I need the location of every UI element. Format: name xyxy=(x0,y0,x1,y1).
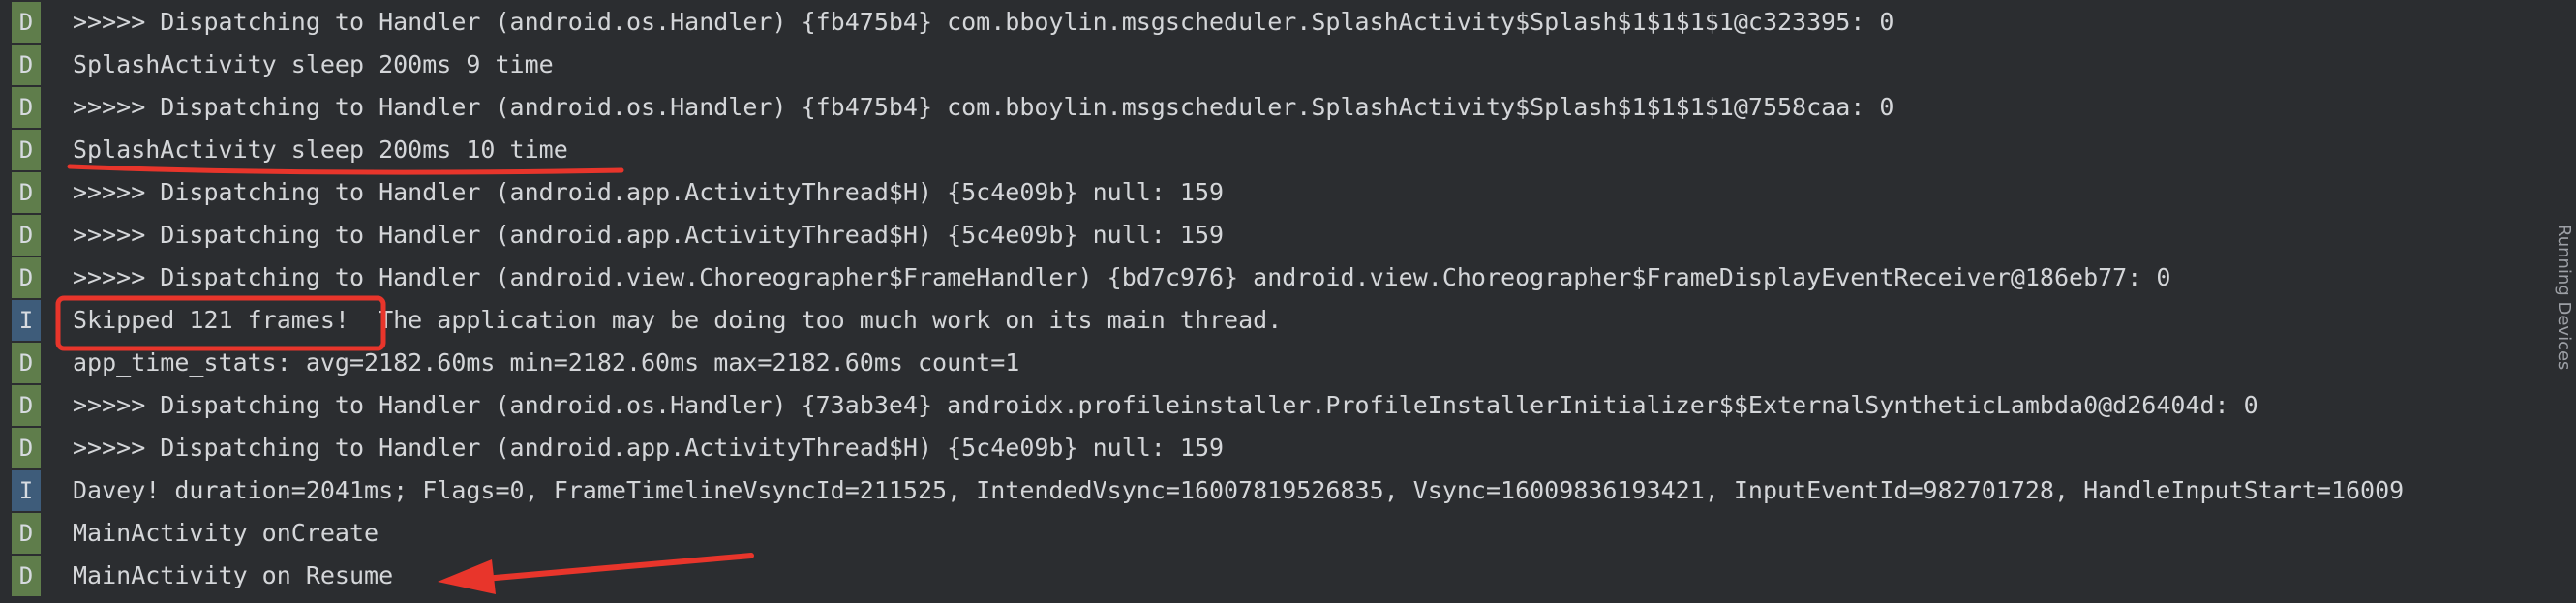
logcat-panel: D >>>>> Dispatching to Handler (android.o… xyxy=(0,0,2576,603)
log-row[interactable]: I Skipped 121 frames! The application may… xyxy=(0,298,2556,341)
level-badge: I xyxy=(12,299,41,341)
log-row[interactable]: D SplashActivity sleep 200ms 10 time xyxy=(0,128,2556,170)
log-message: SplashActivity sleep 200ms 9 time xyxy=(73,49,554,78)
log-list[interactable]: D >>>>> Dispatching to Handler (android.o… xyxy=(0,0,2556,596)
level-badge: D xyxy=(12,256,41,298)
level-badge: D xyxy=(12,129,41,170)
log-row[interactable]: D MainActivity on Resume xyxy=(0,554,2556,596)
level-badge: D xyxy=(12,384,41,426)
log-message: Davey! duration=2041ms; Flags=0, FrameTi… xyxy=(73,475,2405,504)
log-row[interactable]: Dapp_time_stats: avg=2182.60ms min=2182.… xyxy=(0,341,2556,383)
log-row[interactable]: D >>>>> Dispatching to Handler (android.a… xyxy=(0,426,2556,468)
level-badge: I xyxy=(12,469,41,511)
log-message: >>>>> Dispatching to Handler (android.os… xyxy=(73,92,1894,121)
level-badge: D xyxy=(12,171,41,213)
log-message: MainActivity onCreate xyxy=(73,518,379,547)
log-row[interactable]: D >>>>> Dispatching to Handler (android.o… xyxy=(0,383,2556,426)
log-message: >>>>> Dispatching to Handler (android.ap… xyxy=(73,433,1225,462)
level-badge: D xyxy=(12,342,41,383)
log-message: MainActivity on Resume xyxy=(73,560,394,589)
log-message: >>>>> Dispatching to Handler (android.ap… xyxy=(73,177,1225,206)
level-badge: D xyxy=(12,427,41,468)
log-row[interactable]: I Davey! duration=2041ms; Flags=0, FrameT… xyxy=(0,468,2556,511)
level-badge: D xyxy=(12,1,41,43)
log-row[interactable]: D >>>>> Dispatching to Handler (android.o… xyxy=(0,85,2556,128)
log-row[interactable]: D >>>>> Dispatching to Handler (android.v… xyxy=(0,256,2556,298)
log-row[interactable]: D SplashActivity sleep 200ms 9 time xyxy=(0,43,2556,85)
log-row[interactable]: D >>>>> Dispatching to Handler (android.a… xyxy=(0,213,2556,256)
level-badge: D xyxy=(12,512,41,554)
level-badge: D xyxy=(12,86,41,128)
log-row[interactable]: D MainActivity onCreate xyxy=(0,511,2556,554)
log-row[interactable]: D >>>>> Dispatching to Handler (android.o… xyxy=(0,0,2556,43)
log-message: >>>>> Dispatching to Handler (android.vi… xyxy=(73,262,2171,291)
log-message: Skipped 121 frames! The application may … xyxy=(73,305,1283,334)
running-devices-tab[interactable]: Running Devices xyxy=(2554,225,2574,370)
log-message: >>>>> Dispatching to Handler (android.os… xyxy=(73,390,2258,419)
log-message: app_time_stats: avg=2182.60ms min=2182.6… xyxy=(73,347,1020,377)
vertical-scrollbar[interactable]: Running Devices xyxy=(2554,0,2576,603)
log-row[interactable]: D >>>>> Dispatching to Handler (android.a… xyxy=(0,170,2556,213)
level-badge: D xyxy=(12,44,41,85)
log-message: >>>>> Dispatching to Handler (android.os… xyxy=(73,7,1894,36)
log-message: >>>>> Dispatching to Handler (android.ap… xyxy=(73,220,1225,249)
level-badge: D xyxy=(12,214,41,256)
log-message: SplashActivity sleep 200ms 10 time xyxy=(73,135,568,164)
level-badge: D xyxy=(12,555,41,596)
